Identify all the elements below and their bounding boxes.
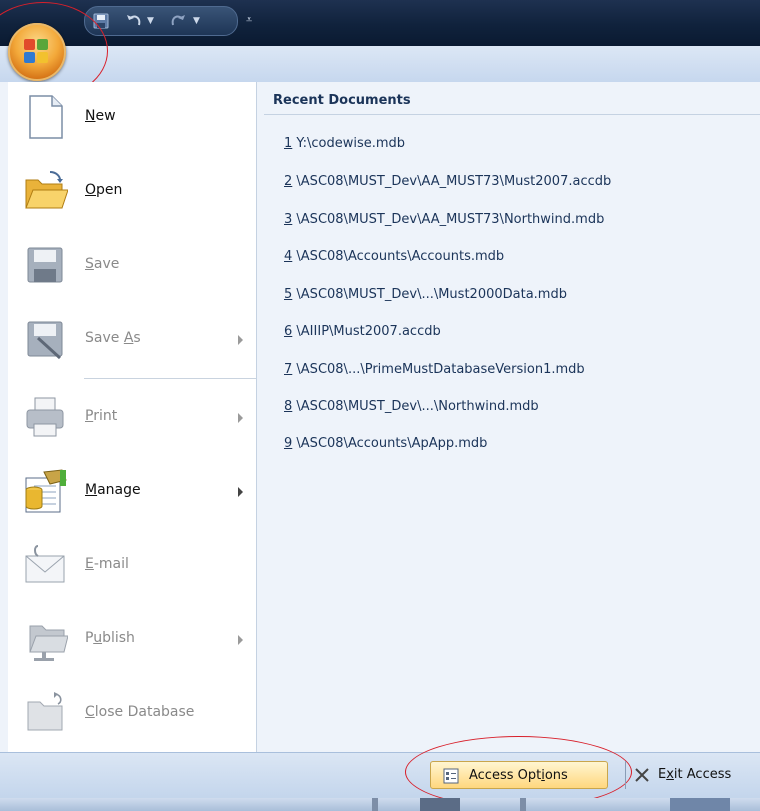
exit-x-icon — [635, 768, 649, 782]
menu-item-save[interactable]: Save — [8, 230, 256, 304]
menu-item-open[interactable]: Open — [8, 156, 256, 230]
title-bar: ▼ ▼ ⩡ — [0, 0, 760, 46]
menu-item-save-as-label: Save As — [85, 330, 141, 346]
publish-icon — [29, 625, 68, 661]
qat-undo-button[interactable] — [123, 11, 145, 31]
recent-item[interactable]: 6 \AIIIP\Must2007.accdb — [284, 324, 754, 360]
redo-icon — [171, 15, 185, 26]
save-as-icon — [27, 321, 63, 360]
save-disk-icon — [27, 247, 63, 283]
recent-item[interactable]: 5 \ASC08\MUST_Dev\...\Must2000Data.mdb — [284, 287, 754, 323]
recent-documents-header: Recent Documents — [264, 86, 760, 115]
open-folder-icon — [25, 171, 68, 209]
undo-icon — [127, 15, 141, 26]
menu-item-publish[interactable]: Publish — [8, 604, 256, 678]
close-database-icon — [27, 692, 63, 731]
recent-item[interactable]: 7 \ASC08\...\PrimeMustDatabaseVersion1.m… — [284, 362, 754, 398]
recent-item[interactable]: 8 \ASC08\MUST_Dev\...\Northwind.mdb — [284, 399, 754, 435]
customize-qat-icon[interactable]: ⩡ — [246, 13, 252, 27]
strip-divider — [372, 798, 378, 811]
qat-redo-button[interactable] — [167, 11, 189, 31]
submenu-arrow-icon — [238, 335, 243, 345]
menu-item-manage[interactable]: Manage — [8, 456, 256, 530]
menu-item-close-database-label: Close Database — [85, 704, 195, 720]
exit-access-label: Exit Access — [658, 767, 732, 782]
exit-access-button[interactable]: Exit Access — [625, 761, 760, 789]
submenu-arrow-icon — [238, 413, 243, 423]
menu-item-publish-label: Publish — [85, 630, 135, 646]
undo-dropdown-icon[interactable]: ▼ — [147, 11, 154, 31]
manage-database-icon — [25, 469, 67, 513]
menu-item-email[interactable]: E-mail — [8, 530, 256, 604]
access-options-label: Access Options — [469, 768, 568, 783]
strip-divider — [520, 798, 526, 811]
menu-separator — [84, 378, 256, 379]
menu-item-open-label: Open — [85, 182, 123, 198]
menu-item-manage-label: Manage — [85, 482, 141, 498]
strip-divider — [670, 798, 730, 811]
menu-item-new-label: New — [85, 108, 116, 124]
redo-dropdown-icon[interactable]: ▼ — [193, 11, 200, 31]
menu-item-print-label: Print — [85, 408, 118, 424]
new-document-icon — [29, 95, 63, 139]
office-logo-icon — [24, 39, 50, 65]
recent-item[interactable]: 9 \ASC08\Accounts\ApApp.mdb — [284, 436, 754, 472]
recent-item[interactable]: 1 Y:\codewise.mdb — [284, 136, 754, 172]
printer-icon — [26, 397, 64, 437]
submenu-arrow-icon — [238, 487, 243, 497]
options-icon — [443, 768, 459, 784]
strip-divider — [420, 798, 460, 811]
menu-item-email-label: E-mail — [85, 556, 129, 572]
menu-item-new[interactable]: New — [8, 82, 256, 156]
window-bottom-strip — [0, 798, 760, 811]
office-button[interactable] — [8, 23, 66, 81]
menu-item-close-database[interactable]: Close Database — [8, 678, 256, 752]
menu-item-print[interactable]: Print — [8, 382, 256, 456]
menu-item-save-label: Save — [85, 256, 120, 272]
quick-access-toolbar: ▼ ▼ — [84, 6, 238, 36]
qat-save-button[interactable] — [91, 11, 111, 31]
submenu-arrow-icon — [238, 635, 243, 645]
access-options-button[interactable]: Access Options — [430, 761, 608, 789]
ribbon-band — [0, 46, 760, 83]
recent-item[interactable]: 4 \ASC08\Accounts\Accounts.mdb — [284, 249, 754, 285]
recent-item[interactable]: 3 \ASC08\MUST_Dev\AA_MUST73\Northwind.md… — [284, 212, 754, 248]
save-icon — [93, 13, 109, 29]
recent-documents-title: Recent Documents — [273, 93, 411, 108]
menu-item-save-as[interactable]: Save As — [8, 304, 256, 378]
recent-item[interactable]: 2 \ASC08\MUST_Dev\AA_MUST73\Must2007.acc… — [284, 174, 754, 210]
email-icon — [25, 545, 65, 583]
